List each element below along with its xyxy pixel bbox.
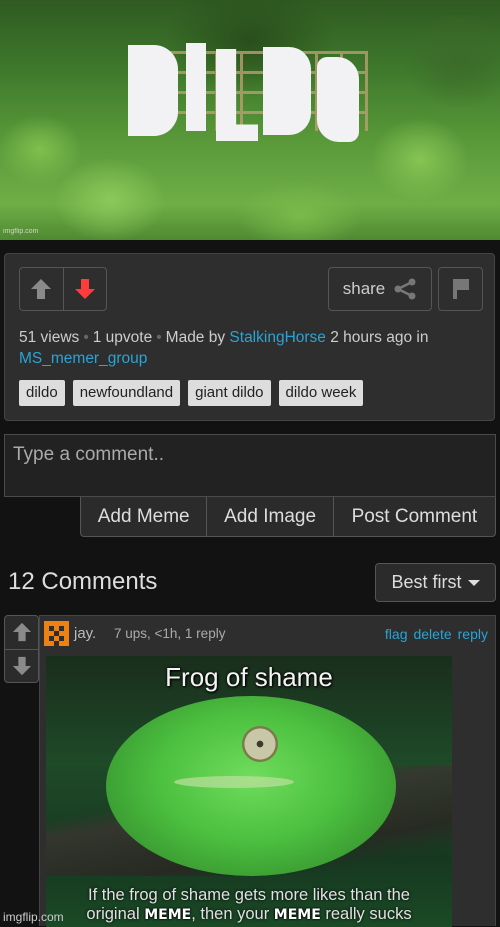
frog-mouth [174,776,294,788]
comment-meta: 7 ups, <1h, 1 reply [114,626,226,641]
add-meme-button[interactable]: Add Meme [81,497,208,536]
sign-letter-i [186,43,206,131]
comments-count-heading: 12 Comments [8,568,158,595]
post-image: DILDO imgflip.com [0,0,500,240]
view-count: 51 views [19,329,80,346]
add-image-button[interactable]: Add Image [207,497,334,536]
comment-vote-group [4,615,39,683]
meta-separator: • [83,329,89,346]
tag-list: dildo newfoundland giant dildo dildo wee… [19,380,364,406]
footer-watermark: imgflip.com [3,910,64,924]
arrow-down-icon [74,279,95,299]
author-link[interactable]: StalkingHorse [229,329,326,346]
meme-top-caption: Frog of shame [165,662,333,692]
arrow-up-icon [31,279,52,299]
comment-placeholder: Type a comment.. [13,444,165,465]
caret-down-icon [467,579,480,586]
comment-downvote-button[interactable] [5,648,38,683]
flag-icon [452,279,469,299]
post-vote-group [19,267,107,311]
comment-reply-link[interactable]: reply [458,626,488,642]
caption-line-2a: original [86,905,140,923]
flag-button[interactable] [438,267,483,311]
post-meta: 51 views • 1 upvote • Made by StalkingHorse … [19,327,489,369]
stream-link[interactable]: MS_memer_group [19,350,147,367]
post-time: 2 hours ago in [330,329,429,346]
made-by-label: Made by [165,329,226,346]
tag-giant-dildo[interactable]: giant dildo [188,380,271,406]
tag-dildo[interactable]: dildo [19,380,65,406]
tag-newfoundland[interactable]: newfoundland [72,380,181,406]
upvote-button[interactable] [20,268,63,310]
comment-actions: flag delete reply [385,626,488,642]
comment-item: jay. 7 ups, <1h, 1 reply flag delete rep… [39,615,496,927]
sign-letter-d2 [263,47,311,135]
sort-dropdown[interactable]: Best first [375,563,496,602]
sort-selected: Best first [391,572,462,592]
comment-input[interactable]: Type a comment.. [4,434,496,497]
comment-upvote-button[interactable] [5,616,38,649]
downvote-button[interactable] [62,268,107,310]
comment-username[interactable]: jay. [74,625,96,642]
comment-flag-link[interactable]: flag [385,626,408,642]
arrow-up-icon [12,623,31,642]
share-button[interactable]: share [328,267,432,311]
comment-delete-link[interactable]: delete [413,626,451,642]
post-comment-button[interactable]: Post Comment [334,497,495,536]
comment-action-bar: Add Meme Add Image Post Comment [80,497,496,537]
caption-line-2c: really sucks [325,905,412,923]
share-label: share [342,279,386,298]
caption-line-2b: , then your [191,905,270,923]
upvote-count: 1 upvote [92,329,153,346]
frog-eye [242,726,278,762]
meme-word-overlay: MEME [273,907,321,923]
image-watermark: imgflip.com [3,228,39,235]
sign-letter-d [128,45,178,136]
share-icon [394,278,416,300]
comment-meme-image: Frog of shame If the frog of shame gets … [46,656,452,927]
sign-letter-o [317,57,359,142]
meta-separator: • [156,329,162,346]
meme-word-overlay: MEME [144,907,192,923]
dildo-sign: DILDO [128,43,371,143]
caption-line-1: If the frog of shame gets more likes tha… [88,886,410,904]
tag-dildo-week[interactable]: dildo week [278,380,364,406]
meme-bottom-caption: If the frog of shame gets more likes tha… [46,886,452,925]
avatar[interactable] [44,621,69,646]
post-info-panel: share 51 views • 1 upvote • Made by Stalking… [4,253,495,421]
arrow-down-icon [12,656,31,675]
